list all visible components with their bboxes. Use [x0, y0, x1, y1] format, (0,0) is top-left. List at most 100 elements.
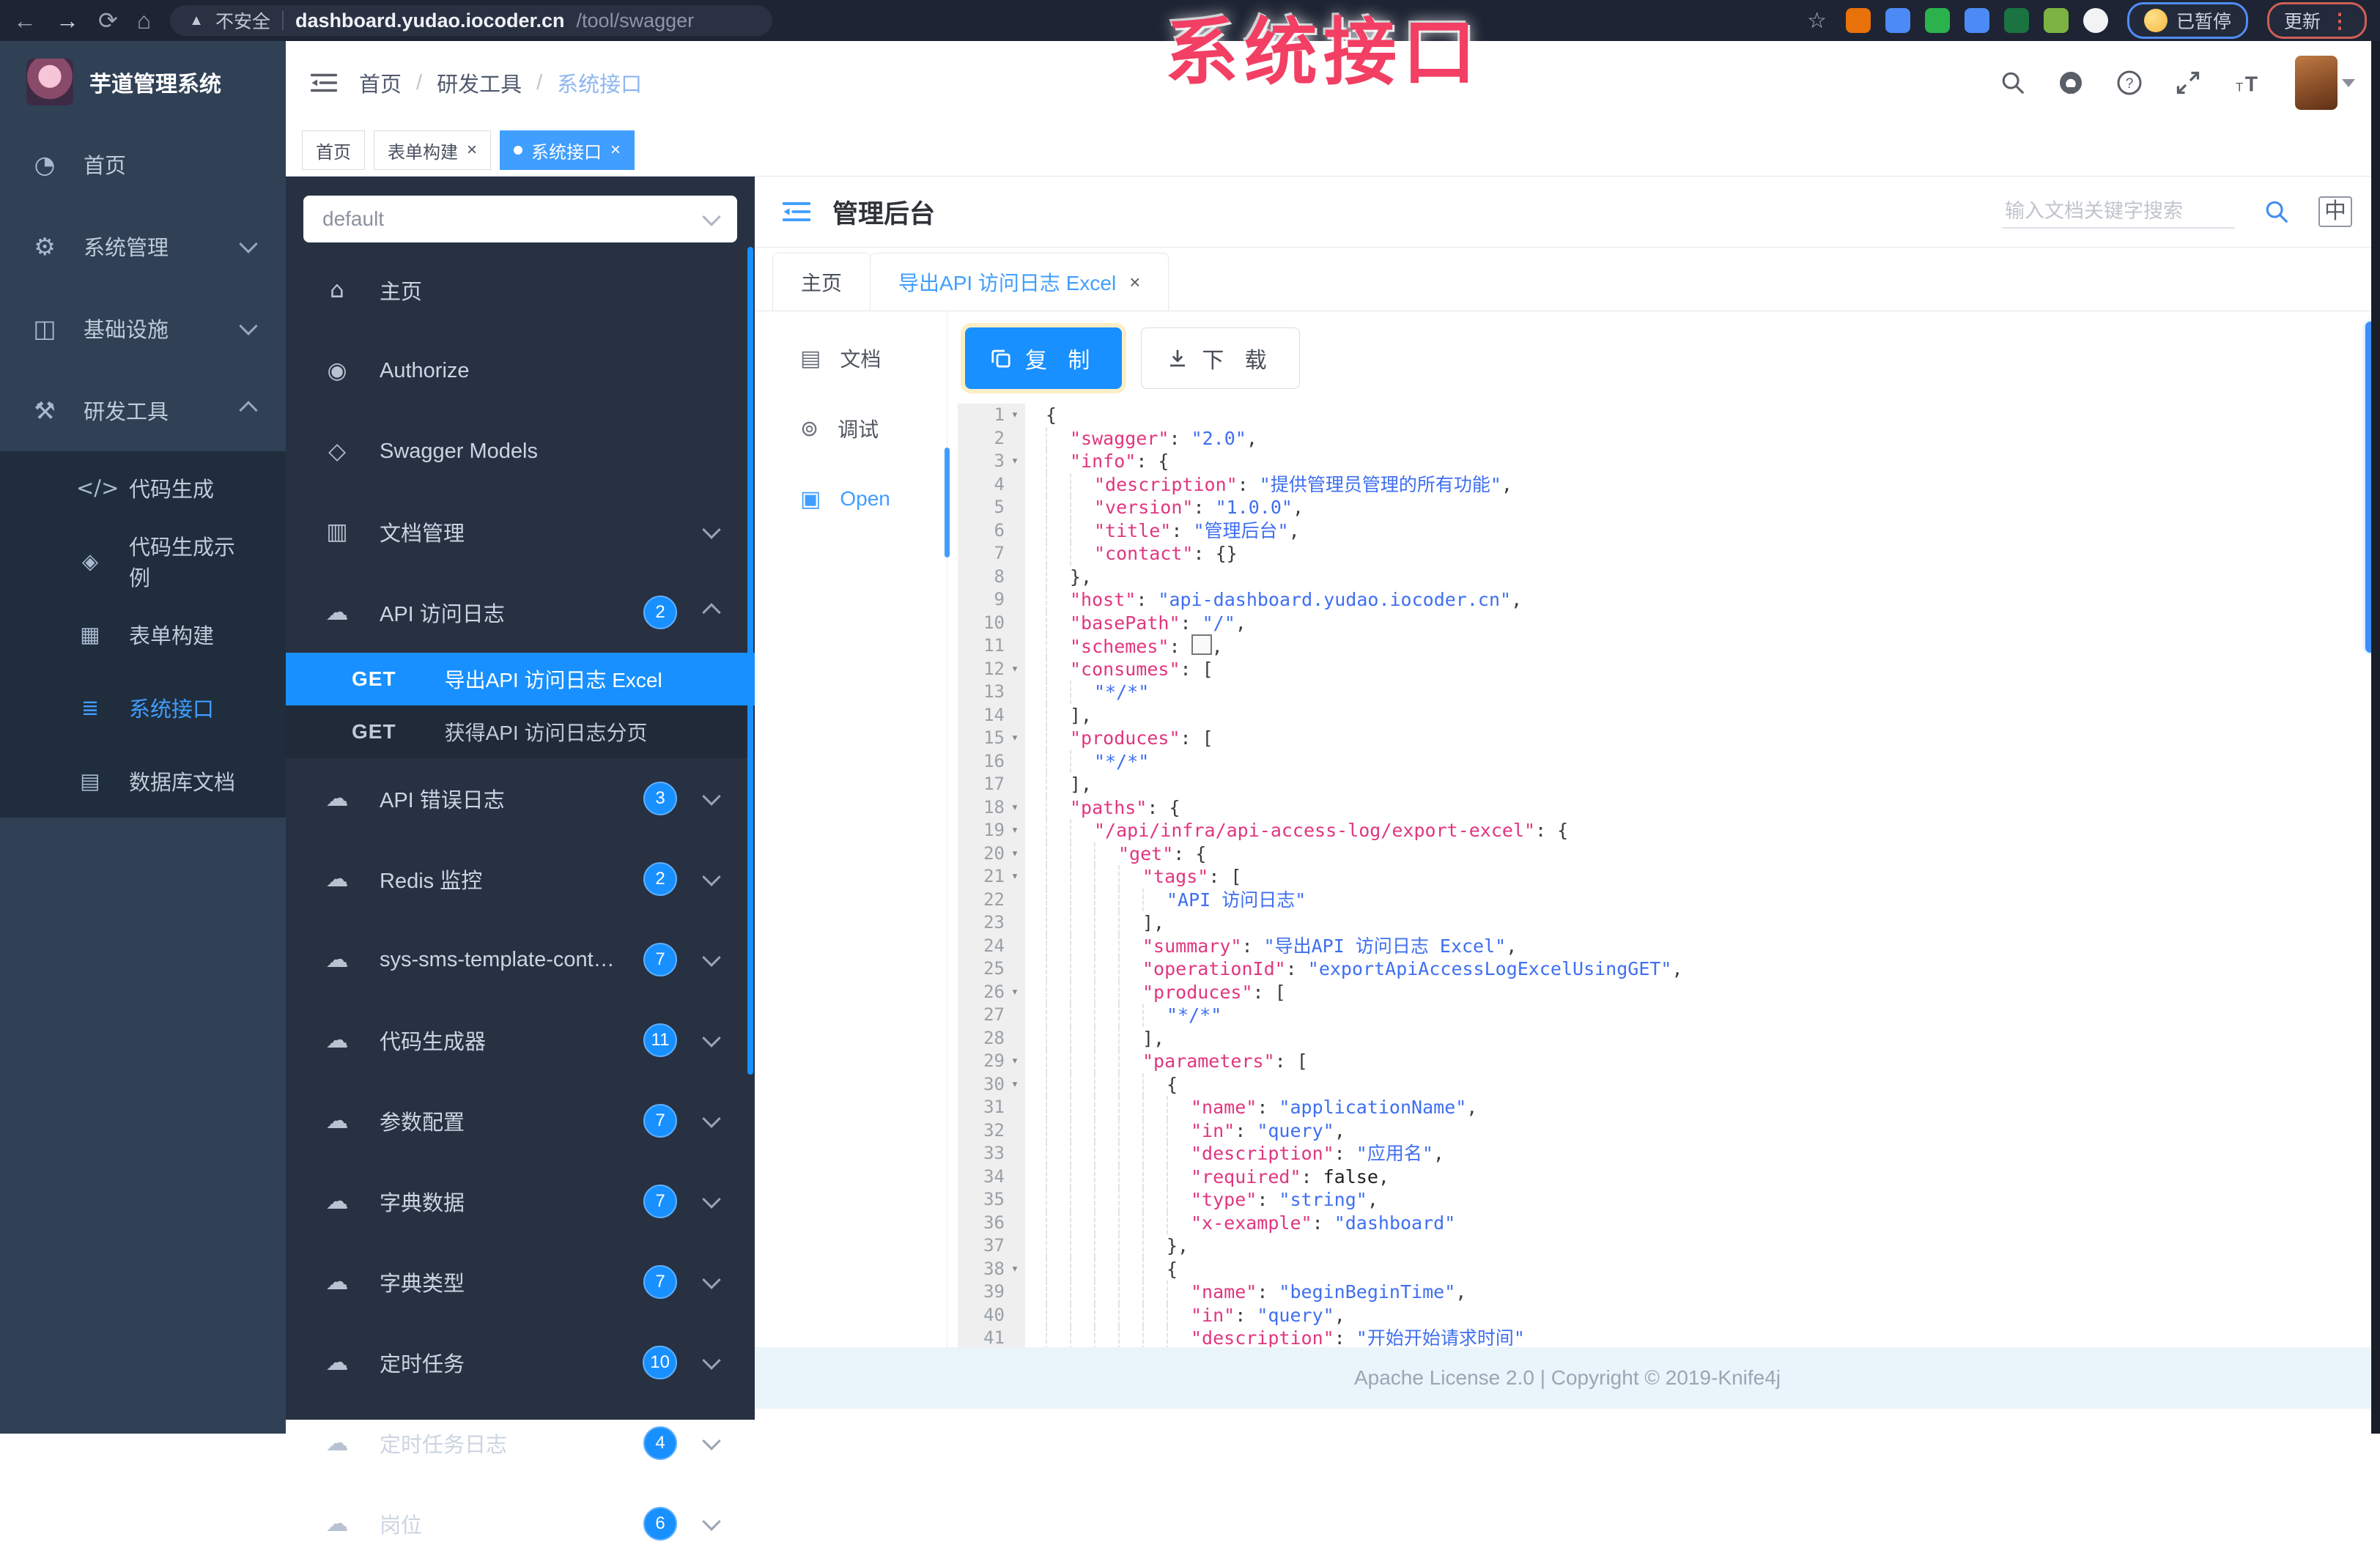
json-code-editor[interactable]: 1 ▾ { 2 "swagger": "2.0", 3 ▾ "info": { … — [958, 404, 2380, 1347]
github-icon[interactable] — [2058, 70, 2084, 96]
api-group-item-4[interactable]: ☁ 参数配置 7 — [286, 1081, 755, 1161]
sidebar-subitem-0[interactable]: </> 代码生成 — [0, 451, 286, 525]
language-switch-icon[interactable]: 中 — [2318, 196, 2352, 227]
doc-panel-tab-open[interactable]: ▣ Open — [755, 464, 947, 534]
sidebar-scrollbar-thumb[interactable] — [747, 247, 753, 1075]
sidebar-item-3[interactable]: ⚒ 研发工具 — [0, 369, 286, 451]
paused-extension-badge[interactable]: 已暂停 — [2126, 2, 2248, 39]
api-group-item-9[interactable]: ☁ 岗位 6 — [286, 1483, 755, 1564]
fold-toggle-icon[interactable]: ▾ — [1005, 842, 1025, 866]
address-bar[interactable]: ▲ 不安全 dashboard.yudao.iocoder.cn/tool/sw… — [170, 5, 773, 36]
doc-lines-icon: ▤ — [800, 345, 821, 371]
breadcrumb-item[interactable]: 系统接口 — [557, 67, 642, 98]
close-icon[interactable]: × — [610, 141, 621, 159]
page-tag-1[interactable]: 表单构建 × — [374, 130, 492, 170]
api-group-item-6[interactable]: ☁ 字典类型 7 — [286, 1242, 755, 1322]
api-group-select[interactable]: default — [303, 196, 737, 242]
extension-icon[interactable] — [1885, 8, 1910, 33]
user-avatar[interactable] — [2295, 56, 2338, 110]
swagger-menu-label: 主页 — [380, 281, 423, 304]
extension-icon[interactable] — [2043, 8, 2069, 33]
database-icon: ▤ — [80, 768, 100, 793]
doc-tab-1[interactable]: 导出API 访问日志 Excel × — [870, 253, 1169, 311]
page-tag-0[interactable]: 首页 — [302, 130, 365, 170]
fold-toggle-icon[interactable]: ▾ — [1005, 450, 1025, 473]
swagger-menu-item-4[interactable]: ☁ API 访问日志 2 — [286, 572, 755, 653]
chrome-menu-icon[interactable]: ⋮ — [2329, 9, 2350, 33]
fullscreen-icon[interactable] — [2175, 70, 2201, 96]
extension-icon[interactable] — [2003, 8, 2029, 33]
api-group-item-8[interactable]: ☁ 定时任务日志 4 — [286, 1403, 755, 1483]
breadcrumb-item[interactable]: 首页 — [359, 67, 402, 98]
doc-tab-0[interactable]: 主页 — [772, 253, 871, 311]
fold-toggle-icon[interactable]: ▾ — [1005, 981, 1025, 1004]
fold-toggle-icon[interactable]: ▾ — [1005, 658, 1025, 681]
api-group-item-1[interactable]: ☁ Redis 监控 2 — [286, 839, 755, 919]
fold-toggle-icon[interactable]: ▾ — [1005, 796, 1025, 820]
breadcrumb-item[interactable]: 研发工具 — [437, 67, 522, 98]
fold-toggle-icon[interactable]: ▾ — [1005, 819, 1025, 842]
api-group-item-3[interactable]: ☁ 代码生成器 11 — [286, 1000, 755, 1081]
close-icon[interactable]: × — [467, 141, 477, 159]
swagger-menu-item-1[interactable]: ◉ Authorize — [286, 330, 755, 411]
chevron-down-icon — [702, 1190, 721, 1209]
page-tag-label: 系统接口 — [531, 142, 602, 163]
help-icon[interactable]: ? — [2116, 70, 2143, 96]
update-button[interactable]: 更新 ⋮ — [2266, 2, 2367, 39]
sidebar-item-1[interactable]: ⚙ 系统管理 — [0, 205, 286, 287]
fold-toggle-icon[interactable]: ▾ — [1005, 1258, 1025, 1281]
swagger-menu-item-3[interactable]: ▥ 文档管理 — [286, 492, 755, 572]
app-logo-row[interactable]: 芋道管理系统 — [0, 41, 286, 123]
back-icon[interactable]: ← — [13, 9, 37, 32]
sidebar-item-0[interactable]: ◔ 首页 — [0, 123, 286, 205]
bookmark-star-icon[interactable]: ☆ — [1807, 8, 1827, 34]
api-endpoint-row-0[interactable]: GET 导出API 访问日志 Excel — [286, 653, 755, 705]
collapsed-array-placeholder[interactable] — [1191, 634, 1212, 655]
extension-icon[interactable] — [2082, 8, 2108, 33]
fold-toggle-icon[interactable]: ▾ — [1005, 1050, 1025, 1073]
fold-toggle-icon[interactable]: ▾ — [1005, 727, 1025, 750]
fold-toggle-icon[interactable]: ▾ — [1005, 865, 1025, 889]
close-icon[interactable]: × — [1129, 271, 1140, 294]
doc-panel-tab-文档[interactable]: ▤ 文档 — [755, 323, 947, 393]
doc-search-input[interactable] — [2002, 195, 2235, 229]
chevron-down-icon — [702, 867, 721, 886]
line-number: 9 — [994, 589, 1005, 609]
sidebar-item-2[interactable]: ◫ 基础设施 — [0, 287, 286, 369]
fold-toggle-icon[interactable]: ▾ — [1005, 404, 1025, 427]
line-number: 33 — [983, 1143, 1005, 1163]
extension-icon[interactable] — [1964, 8, 1989, 33]
api-group-item-5[interactable]: ☁ 字典数据 7 — [286, 1161, 755, 1242]
window-scrollbar-track[interactable] — [2371, 41, 2380, 1434]
api-endpoint-row-1[interactable]: GET 获得API 访问日志分页 — [286, 705, 755, 758]
api-group-item-0[interactable]: ☁ API 错误日志 3 — [286, 758, 755, 839]
search-icon[interactable] — [2264, 199, 2289, 224]
api-group-item-2[interactable]: ☁ sys-sms-template-controller 7 — [286, 919, 755, 1000]
code-line: 11 "schemes": , — [958, 634, 2380, 658]
sidebar-subitem-4[interactable]: ▤ 数据库文档 — [0, 744, 286, 818]
cloud-icon: ☁ — [325, 785, 349, 812]
reload-icon[interactable]: ⟳ — [98, 9, 118, 32]
doc-panel-tab-调试[interactable]: ⊚ 调试 — [755, 393, 947, 464]
swagger-menu-item-0[interactable]: ⌂ 主页 — [286, 250, 755, 330]
extension-icon[interactable] — [1845, 8, 1871, 33]
swagger-menu-item-2[interactable]: ◇ Swagger Models — [286, 411, 755, 492]
sidebar-subitem-3[interactable]: ≣ 系统接口 — [0, 671, 286, 744]
copy-button[interactable]: 复 制 — [965, 327, 1123, 389]
fold-toggle-icon[interactable]: ▾ — [1005, 1073, 1025, 1097]
browser-chrome: ← → ⟳ ⌂ ▲ 不安全 dashboard.yudao.iocoder.cn… — [0, 0, 2380, 41]
home-icon[interactable]: ⌂ — [137, 9, 151, 32]
search-icon[interactable] — [2000, 70, 2025, 95]
page-tag-2[interactable]: 系统接口 × — [500, 130, 635, 170]
sidebar-collapse-icon[interactable] — [311, 72, 337, 94]
chevron-down-icon[interactable] — [2342, 78, 2355, 87]
download-button[interactable]: 下 载 — [1141, 327, 1300, 389]
menu-collapse-icon[interactable] — [783, 200, 810, 223]
sidebar-subitem-2[interactable]: ▦ 表单构建 — [0, 598, 286, 671]
sidebar-subitem-1[interactable]: ◈ 代码生成示例 — [0, 525, 286, 598]
code-line: 5 "version": "1.0.0", — [958, 496, 2380, 519]
extension-icon[interactable] — [1924, 8, 1950, 33]
forward-icon[interactable]: → — [56, 9, 79, 32]
font-size-icon[interactable]: TT — [2233, 70, 2263, 95]
api-group-item-7[interactable]: ☁ 定时任务 10 — [286, 1322, 755, 1403]
